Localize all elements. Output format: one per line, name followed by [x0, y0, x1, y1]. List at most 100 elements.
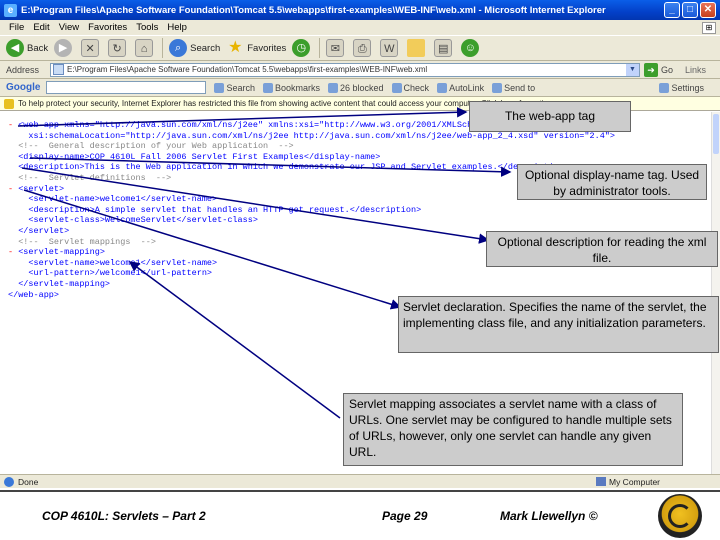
xml-line-text: <servlet-name>welcome1</servlet-name> [8, 257, 218, 268]
collapse-toggle[interactable]: - [8, 247, 18, 257]
bookmarks-label: Bookmarks [274, 82, 320, 93]
footer-divider [0, 490, 720, 492]
google-search-input[interactable] [46, 81, 207, 94]
messenger-icon: ☺ [461, 39, 480, 57]
xml-line-text: <servlet-name>welcome1</servlet-name> [8, 194, 218, 205]
menu-tools[interactable]: Tools [136, 22, 158, 33]
toolbar-separator [319, 38, 321, 58]
callout-display-name: Optional display-name tag. Used by admin… [517, 164, 707, 200]
forward-button[interactable]: ▶ [54, 39, 75, 57]
edit-button[interactable]: W [380, 39, 401, 57]
chevron-down-icon[interactable]: ▼ [626, 63, 639, 76]
back-arrow-icon: ◀ [6, 39, 24, 57]
favorites-button[interactable]: ★ Favorites [226, 39, 286, 57]
links-button[interactable]: Links [685, 65, 706, 75]
address-bar: Address E:\Program Files\Apache Software… [0, 61, 720, 79]
go-arrow-icon: ➜ [644, 62, 658, 77]
send-icon [492, 82, 503, 93]
star-icon [262, 82, 273, 93]
course-title: COP 4610L: Servlets – Part 2 [42, 509, 206, 523]
window-title: E:\Program Files\Apache Software Foundat… [21, 4, 606, 16]
bookmarks-button[interactable]: Bookmarks [262, 82, 320, 93]
search-button[interactable]: ⌕ Search [169, 39, 220, 57]
print-icon: ⎙ [353, 39, 372, 57]
favorites-label: Favorites [247, 42, 287, 54]
search-icon [214, 82, 225, 93]
check-label: Check [403, 82, 430, 93]
standard-toolbar: ◀ Back ▶ ✕ ↻ ⌂ ⌕ Search ★ Favorites ◷ ✉ … [0, 35, 720, 61]
xml-line-text: <!-- Servlet mappings --> [8, 236, 156, 247]
collapse-toggle[interactable]: - [8, 184, 18, 194]
mail-button[interactable]: ✉ [326, 39, 347, 57]
toolbar-separator [162, 38, 164, 58]
xml-line: xsi:schemaLocation="http://java.sun.com/… [8, 131, 615, 142]
shield-icon [4, 98, 14, 109]
word-edit-icon: W [380, 39, 399, 57]
go-button[interactable]: ➜ Go [644, 62, 674, 77]
menu-view[interactable]: View [59, 22, 79, 33]
menubar: File Edit View Favorites Tools Help ⊞ [0, 20, 720, 35]
home-icon: ⌂ [135, 39, 154, 57]
address-label: Address [6, 64, 40, 75]
google-logo[interactable]: Google [6, 82, 40, 93]
menu-file[interactable]: File [9, 22, 24, 33]
callout-description: Optional description for reading the xml… [486, 231, 718, 267]
menu-help[interactable]: Help [167, 22, 187, 33]
back-button[interactable]: ◀ Back [6, 39, 48, 57]
stop-icon: ✕ [81, 39, 100, 57]
folder-button[interactable] [407, 39, 428, 57]
window-titlebar: e E:\Program Files\Apache Software Found… [0, 0, 720, 20]
autolink-icon [437, 82, 448, 93]
xml-line-text: <description>This is the Web application… [8, 162, 570, 173]
history-icon: ◷ [292, 39, 311, 57]
google-toolbar: Google Search Bookmarks 26 blocked Check… [0, 79, 720, 97]
author-credit: Mark Llewellyn © [500, 509, 598, 523]
print-button[interactable]: ⎙ [353, 39, 374, 57]
stop-button[interactable]: ✕ [81, 39, 102, 57]
page-status-icon [4, 476, 14, 487]
autolink-button[interactable]: AutoLink [437, 82, 484, 93]
ie-icon: e [4, 3, 17, 17]
settings-label: Settings [671, 82, 704, 93]
callout-servlet-declaration: Servlet declaration. Specifies the name … [398, 296, 719, 353]
forward-arrow-icon: ▶ [54, 39, 73, 57]
menu-edit[interactable]: Edit [33, 22, 49, 33]
research-button[interactable]: ▤ [434, 39, 455, 57]
address-value: E:\Program Files\Apache Software Foundat… [67, 65, 428, 74]
xml-line: <!-- General description of your Web app… [8, 141, 615, 152]
spell-check-button[interactable]: Check [391, 82, 430, 93]
go-label: Go [661, 64, 674, 75]
xml-document: - <web-app xmlns="http://java.sun.com/xm… [8, 120, 615, 300]
google-search-button[interactable]: Search [214, 82, 255, 93]
page-icon [53, 64, 64, 75]
callout-webapp-tag: The web-app tag [469, 101, 631, 132]
xml-line: <url-pattern>/welcome1</url-pattern> [8, 268, 615, 279]
check-icon [391, 82, 402, 93]
research-icon: ▤ [434, 39, 453, 57]
messenger-button[interactable]: ☺ [461, 39, 482, 57]
popup-blocked-button[interactable]: 26 blocked [328, 82, 384, 93]
collapse-toggle[interactable]: - [8, 120, 18, 130]
xml-line-text: <servlet-mapping> [18, 247, 105, 258]
xml-line: <description>A simple servlet that handl… [8, 205, 615, 216]
maximize-button[interactable]: □ [682, 2, 698, 18]
xml-line: </servlet-mapping> [8, 279, 615, 290]
address-input[interactable]: E:\Program Files\Apache Software Foundat… [50, 62, 640, 77]
close-button[interactable]: ✕ [700, 2, 716, 18]
scrollbar-thumb[interactable] [713, 114, 719, 154]
minimize-button[interactable]: _ [664, 2, 680, 18]
settings-button[interactable]: Settings [659, 82, 704, 93]
menu-favorites[interactable]: Favorites [88, 22, 127, 33]
status-bar: Done My Computer [0, 474, 720, 488]
blocked-count: 26 blocked [340, 82, 384, 93]
xml-line: <servlet-class>WelcomeServlet</servlet-c… [8, 215, 615, 226]
logo-wing [668, 504, 692, 528]
refresh-button[interactable]: ↻ [108, 39, 129, 57]
vertical-scrollbar[interactable] [711, 112, 720, 474]
xml-line-text: <description>A simple servlet that handl… [8, 204, 422, 215]
google-search-label: Search [226, 82, 255, 93]
home-button[interactable]: ⌂ [135, 39, 156, 57]
search-label: Search [190, 42, 221, 54]
history-button[interactable]: ◷ [292, 39, 313, 57]
send-to-button[interactable]: Send to [492, 82, 535, 93]
